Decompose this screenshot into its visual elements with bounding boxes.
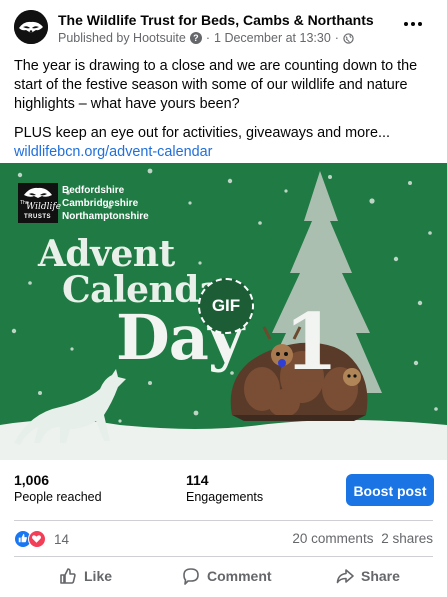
engagements-value: 114: [186, 472, 209, 488]
comment-bubble-icon: [183, 568, 199, 585]
badger-icon: [24, 187, 52, 198]
post-actions: Like Comment Share: [0, 561, 447, 591]
engagements-label[interactable]: Engagements: [186, 490, 263, 504]
advent-calendar-link[interactable]: wildlifebcn.org/advent-calendar: [14, 143, 439, 162]
org-line-bedfordshire: Bedfordshire: [62, 185, 125, 196]
badger-logo-icon: [14, 10, 48, 44]
post-text-paragraph-1: The year is drawing to a close and we ar…: [14, 58, 418, 112]
boost-post-button[interactable]: Boost post: [346, 474, 434, 506]
meta-separator: ·: [205, 31, 211, 45]
post-message: The year is drawing to a close and we ar…: [14, 57, 439, 162]
like-thumb-icon: [60, 568, 76, 584]
post-header: The Wildlife Trust for Beds, Cambs & Nor…: [0, 0, 447, 52]
logo-trusts: TRUSTS: [24, 214, 51, 220]
love-reaction-icon: [28, 530, 46, 548]
share-label: Share: [361, 568, 400, 584]
info-icon[interactable]: ?: [189, 32, 202, 44]
post-timestamp[interactable]: 1 December at 13:30: [214, 31, 331, 45]
share-button[interactable]: Share: [335, 561, 400, 591]
like-label: Like: [84, 568, 113, 584]
org-line-northamptonshire: Northamptonshire: [62, 211, 149, 222]
meta-separator-2: ·: [334, 31, 339, 45]
post-meta: Published by Hootsuite ? · 1 December at…: [58, 31, 354, 45]
divider-top: [14, 520, 433, 521]
page-avatar[interactable]: [14, 10, 48, 44]
people-reached-label[interactable]: People reached: [14, 490, 102, 504]
comment-button[interactable]: Comment: [181, 561, 272, 591]
reactions-summary[interactable]: 14: [14, 529, 69, 549]
post-text-paragraph-2: PLUS keep an eye out for activities, giv…: [14, 125, 390, 141]
more-options-icon[interactable]: [404, 18, 428, 30]
org-line-cambridgeshire: Cambridgeshire: [62, 198, 139, 209]
wildlife-trusts-logo: The Wildlife TRUSTS: [18, 183, 62, 223]
logo-wildlife: Wildlife: [26, 202, 62, 212]
comment-label: Comment: [207, 568, 272, 584]
gif-play-badge[interactable]: GIF: [198, 278, 254, 334]
title-day-number: 1: [284, 297, 339, 388]
like-button[interactable]: Like: [58, 561, 112, 591]
comment-share-counts: 20 comments 2 shares: [292, 531, 433, 546]
published-by[interactable]: Published by Hootsuite: [58, 31, 186, 45]
globe-icon[interactable]: [343, 32, 354, 44]
comments-count-link[interactable]: 20 comments: [292, 531, 373, 546]
shares-count-link[interactable]: 2 shares: [381, 531, 433, 546]
org-counties: Bedfordshire Cambridgeshire Northamptons…: [62, 184, 149, 223]
share-arrow-icon: [336, 569, 354, 584]
people-reached-value: 1,006: [14, 472, 50, 488]
reaction-count: 14: [54, 531, 70, 547]
post-media-gif[interactable]: The Wildlife TRUSTS Bedfordshire Cambrid…: [0, 163, 447, 460]
page-name-link[interactable]: The Wildlife Trust for Beds, Cambs & Nor…: [58, 12, 374, 28]
divider-bottom: [14, 556, 433, 557]
